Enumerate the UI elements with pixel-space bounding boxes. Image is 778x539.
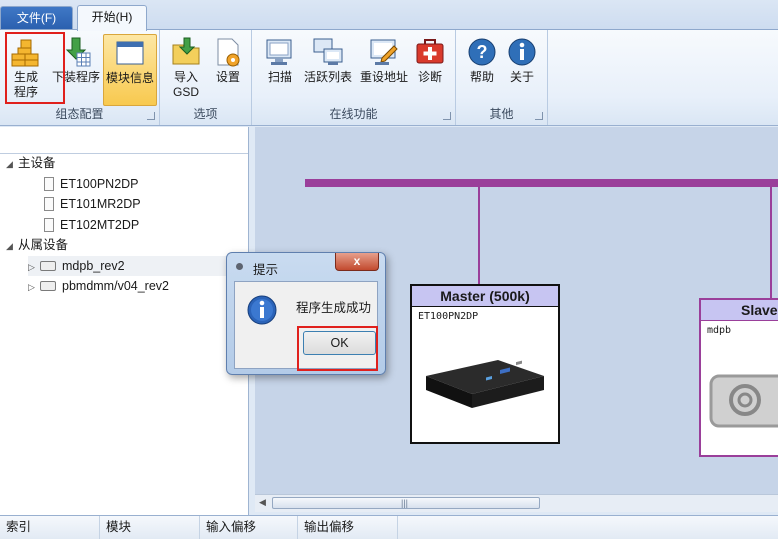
tree-item-master-1[interactable]: ET100PN2DP <box>44 174 139 194</box>
settings-gear-icon <box>212 36 244 68</box>
ribbon-tab-strip: 文件(F) 开始(H) <box>0 0 778 31</box>
reset-address-label: 重设地址 <box>359 70 408 84</box>
expand-caret-icon[interactable]: ▷ <box>28 257 40 277</box>
active-list-label: 活跃列表 <box>303 70 352 84</box>
import-gsd-button[interactable]: 导入 GSD <box>168 34 204 100</box>
scroll-left-arrow-icon[interactable]: ◀ <box>259 497 266 508</box>
module-info-label: 模块信息 <box>105 71 154 85</box>
device-module-icon <box>40 261 56 271</box>
slave-module-image <box>709 370 778 433</box>
horizontal-scrollbar[interactable]: ◀ ||| <box>255 494 778 512</box>
tree-label-slaves: 从属设备 <box>18 238 69 252</box>
tree-node-masters[interactable]: ◢ 主设备 <box>6 153 56 173</box>
active-list-button[interactable]: 活跃列表 <box>302 34 354 85</box>
import-label-1: 导入 <box>173 70 198 84</box>
column-input-offset[interactable]: 输入偏移 <box>200 516 298 539</box>
highlight-generate-button <box>5 32 65 104</box>
about-label: 关于 <box>509 70 534 84</box>
scrollbar-thumb[interactable]: ||| <box>272 497 540 509</box>
tree-item-master-2[interactable]: ET101MR2DP <box>44 194 141 214</box>
mini-pc-image <box>420 346 550 424</box>
group-online: 扫描 活跃列表 重设地址 诊断 在线功能 <box>252 30 456 125</box>
slave-node-device: mdpb <box>707 325 732 336</box>
profibus-line <box>305 179 778 187</box>
tree-item-master-3[interactable]: ET102MT2DP <box>44 215 139 235</box>
settings-label: 设置 <box>215 70 240 84</box>
document-icon <box>44 197 54 211</box>
window-icon <box>114 37 146 69</box>
tree-label: ET102MT2DP <box>60 218 140 232</box>
bus-drop-slave <box>770 187 772 298</box>
module-info-button[interactable]: 模块信息 <box>103 34 157 106</box>
folder-import-icon <box>170 36 202 68</box>
tree-item-slave-2[interactable]: ▷ pbmdmm/v04_rev2 <box>28 276 169 296</box>
scan-monitor-icon <box>264 36 296 68</box>
tree-label: ET100PN2DP <box>60 177 139 191</box>
group-online-label: 在线功能 <box>329 107 378 121</box>
info-icon <box>506 36 538 68</box>
group-config-label: 组态配置 <box>55 107 104 121</box>
tree-header <box>0 127 248 154</box>
diagnose-label: 诊断 <box>417 70 442 84</box>
reset-address-button[interactable]: 重设地址 <box>358 34 410 85</box>
tree-node-slaves[interactable]: ◢ 从属设备 <box>6 235 68 255</box>
document-icon <box>44 218 54 232</box>
help-button[interactable]: ? 帮助 <box>464 34 500 85</box>
dialog-launcher-icon[interactable] <box>443 112 451 120</box>
column-module[interactable]: 模块 <box>100 516 200 539</box>
dialog-launcher-icon[interactable] <box>535 112 543 120</box>
device-tree-panel: ◢ 主设备 ET100PN2DP ET101MR2DP ET102MT2DP ◢ 从… <box>0 127 249 515</box>
dialog-launcher-icon[interactable] <box>147 112 155 120</box>
grip-icon: ||| <box>401 498 409 508</box>
document-icon <box>44 177 54 191</box>
diagnose-button[interactable]: 诊断 <box>412 34 448 85</box>
tree-label: mdpb_rev2 <box>62 259 125 273</box>
dialog-message: 程序生成成功 <box>296 301 372 315</box>
information-icon <box>246 294 278 329</box>
collapse-caret-icon[interactable]: ◢ <box>6 154 18 174</box>
help-label: 帮助 <box>469 70 494 84</box>
monitor-pencil-icon <box>368 36 400 68</box>
slave-node-title: Slave <box>701 300 778 321</box>
group-options-label: 选项 <box>193 107 218 121</box>
highlight-ok-button <box>297 326 378 371</box>
tree-label: ET101MR2DP <box>60 197 141 211</box>
master-node-device: ET100PN2DP <box>418 311 479 322</box>
ribbon: 生成 程序 下装程序 模块信息 组态配置 导入 GSD 设置 选项 扫描 活跃列… <box>0 29 778 126</box>
column-output-offset[interactable]: 输出偏移 <box>298 516 398 539</box>
group-options: 导入 GSD 设置 选项 <box>160 30 252 125</box>
settings-button[interactable]: 设置 <box>210 34 246 85</box>
scan-label: 扫描 <box>267 70 292 84</box>
scan-button[interactable]: 扫描 <box>262 34 298 85</box>
network-monitors-icon <box>312 36 344 68</box>
svg-text:?: ? <box>477 42 488 62</box>
dialog-title: 提示 <box>253 263 279 277</box>
column-index[interactable]: 索引 <box>0 516 100 539</box>
master-node-title: Master (500k) <box>412 286 558 307</box>
help-icon: ? <box>466 36 498 68</box>
bus-drop-master <box>478 187 480 284</box>
about-button[interactable]: 关于 <box>504 34 540 85</box>
import-label-2: GSD <box>172 85 199 99</box>
tab-start[interactable]: 开始(H) <box>77 5 147 31</box>
module-table-header: 索引 模块 输入偏移 输出偏移 <box>0 515 778 539</box>
collapse-caret-icon[interactable]: ◢ <box>6 236 18 256</box>
dialog-close-button[interactable]: x <box>335 253 379 271</box>
tree-label: pbmdmm/v04_rev2 <box>62 279 169 293</box>
tree-label-masters: 主设备 <box>18 156 56 170</box>
group-other: ? 帮助 关于 其他 <box>456 30 548 125</box>
device-module-icon <box>40 281 56 291</box>
tab-file[interactable]: 文件(F) <box>0 6 73 30</box>
master-node[interactable]: Master (500k) ET100PN2DP <box>410 284 560 444</box>
app-small-icon <box>236 263 243 270</box>
slave-node[interactable]: Slave mdpb <box>699 298 778 457</box>
expand-caret-icon[interactable]: ▷ <box>28 277 40 297</box>
group-other-label: 其他 <box>489 107 514 121</box>
tree-item-slave-1[interactable]: ▷ mdpb_rev2 <box>28 256 228 276</box>
first-aid-kit-icon <box>414 36 446 68</box>
